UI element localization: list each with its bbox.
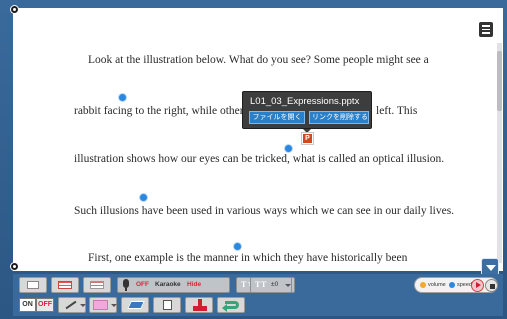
- clear-page-button[interactable]: [153, 297, 181, 313]
- line-spacing-icon-2: T: [261, 280, 267, 289]
- pptx-file-icon[interactable]: P: [302, 133, 313, 144]
- paragraph-line-2a: rabbit facing to the right, while others: [74, 105, 249, 117]
- paragraph-line-4: Such illusions have been used in various…: [74, 205, 455, 217]
- microphone-icon[interactable]: [123, 279, 129, 288]
- popup-file-name: L01_03_Expressions.pptx: [250, 96, 360, 107]
- pen-tool-button[interactable]: [58, 297, 86, 313]
- stamp-handle-icon: [198, 299, 202, 306]
- text-view-button[interactable]: [83, 277, 111, 293]
- bottom-toolbar: OFF Karaoke Hide T T -4 T T ±0 volume sp…: [13, 274, 503, 316]
- undo-arrowhead-icon: [222, 304, 227, 312]
- stamp-base-icon: [193, 306, 207, 311]
- text-lines-icon: [90, 281, 104, 289]
- line-spacing-icon: T: [255, 280, 261, 289]
- off-toggle[interactable]: OFF: [36, 298, 54, 312]
- eraser-icon: [127, 301, 145, 309]
- vertical-scrollbar[interactable]: [497, 43, 502, 263]
- highlight-view-button[interactable]: [51, 277, 79, 293]
- pen-icon: [65, 300, 77, 310]
- font-size-icon: T: [241, 280, 247, 289]
- page-view-button[interactable]: [19, 277, 47, 293]
- color-chevron-down-icon: [111, 304, 117, 307]
- annotation-marker[interactable]: [234, 243, 241, 250]
- menu-line-icon: [482, 25, 490, 27]
- karaoke-label: Karaoke: [155, 281, 181, 288]
- delete-link-button[interactable]: リンクを削除する: [309, 111, 369, 124]
- line-spacing-box[interactable]: T T ±0: [250, 277, 292, 293]
- stop-button[interactable]: [485, 279, 498, 292]
- corner-handle-top-left[interactable]: [10, 5, 19, 14]
- hide-toggle[interactable]: Hide: [187, 278, 201, 292]
- open-file-button[interactable]: ファイルを開く: [249, 111, 305, 124]
- volume-dot-icon[interactable]: [420, 282, 426, 288]
- play-icon: [476, 282, 481, 288]
- stop-icon: [489, 283, 495, 289]
- line-spacing-chevron-down-icon: [285, 284, 291, 287]
- stamp-button[interactable]: [185, 297, 213, 313]
- karaoke-group: OFF Karaoke Hide: [117, 277, 230, 293]
- paragraph-line-3: illustration shows how our eyes can be t…: [74, 153, 445, 165]
- annotation-marker[interactable]: [119, 94, 126, 101]
- single-page-icon: [27, 281, 39, 289]
- microphone-stand-icon: [125, 288, 127, 291]
- document-page: Look at the illustration below. What do …: [13, 8, 503, 271]
- annotation-marker[interactable]: [140, 194, 147, 201]
- pink-swatch-icon: [93, 300, 108, 310]
- speed-label: speed: [457, 282, 472, 288]
- paragraph-line-1: Look at the illustration below. What do …: [88, 54, 429, 66]
- eraser-button[interactable]: [121, 297, 149, 313]
- paragraph-line-2b: left. This: [376, 105, 418, 117]
- pen-chevron-down-icon: [80, 304, 86, 307]
- paragraph-line-5: First, one example is the manner in whic…: [88, 252, 408, 264]
- undo-arrow-icon: [225, 301, 239, 309]
- app-frame: Look at the illustration below. What do …: [0, 0, 507, 319]
- annotation-marker[interactable]: [285, 145, 292, 152]
- link-popup: L01_03_Expressions.pptx ファイルを開く リンクを削除する: [242, 91, 372, 129]
- undo-button[interactable]: [217, 297, 245, 313]
- color-picker-button[interactable]: [89, 297, 117, 313]
- corner-handle-bottom-left[interactable]: [10, 262, 19, 271]
- on-toggle[interactable]: ON: [19, 298, 36, 312]
- speed-dot-icon[interactable]: [449, 282, 455, 288]
- red-lines-icon: [58, 281, 72, 289]
- menu-button[interactable]: [479, 22, 493, 37]
- line-spacing-value: ±0: [271, 281, 279, 288]
- play-button[interactable]: [471, 279, 484, 292]
- karaoke-off-toggle[interactable]: OFF: [136, 278, 149, 292]
- page-clear-icon: [163, 300, 172, 310]
- menu-line-icon: [482, 32, 490, 34]
- menu-line-icon: [482, 28, 490, 30]
- scrollbar-thumb[interactable]: [497, 51, 502, 111]
- volume-label: volume: [428, 282, 446, 288]
- audio-panel: volume speed: [414, 277, 498, 293]
